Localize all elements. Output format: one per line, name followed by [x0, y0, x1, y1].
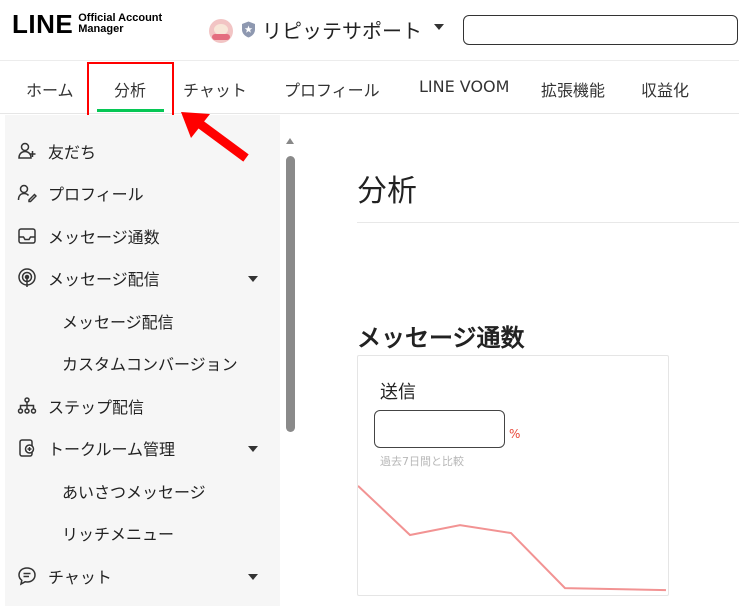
- tab-chat[interactable]: チャット: [183, 77, 247, 101]
- sidebar-item-talkroom[interactable]: トークルーム管理: [5, 428, 280, 468]
- tab-line-voom[interactable]: LINE VOOM: [419, 77, 509, 96]
- broadcast-icon: [17, 268, 37, 288]
- account-name[interactable]: リピッテサポート: [262, 15, 422, 44]
- sidebar-item-label: メッセージ配信: [62, 313, 174, 332]
- tab-home[interactable]: ホーム: [26, 77, 74, 101]
- sidebar-item-label: カスタムコンバージョン: [62, 355, 238, 374]
- tab-profile[interactable]: プロフィール: [284, 77, 380, 101]
- line-oam-logo[interactable]: LINE Official Account Manager: [12, 11, 162, 37]
- highlight-annotation-box: [87, 62, 174, 119]
- sidebar-item-label: メッセージ配信: [48, 270, 160, 289]
- chevron-down-icon[interactable]: [248, 446, 258, 452]
- scroll-up-arrow-icon[interactable]: [286, 138, 294, 144]
- sidebar-item-label: プロフィール: [48, 185, 144, 204]
- app-header: LINE Official Account Manager リピッテサポート: [0, 0, 739, 60]
- sidebar-scroll-thumb[interactable]: [286, 156, 295, 432]
- chevron-down-icon[interactable]: [434, 24, 444, 30]
- tab-monetization[interactable]: 収益化: [641, 77, 689, 101]
- talkroom-icon: [17, 438, 37, 458]
- profile-edit-icon: [17, 183, 37, 203]
- chevron-down-icon[interactable]: [248, 574, 258, 580]
- step-tree-icon: [17, 396, 37, 416]
- inbox-icon: [17, 226, 37, 246]
- sidebar-item-label: チャット: [48, 568, 112, 587]
- sparkline-series-line: [358, 485, 667, 592]
- logo-subtitle-line2: Manager: [78, 23, 124, 35]
- red-arrow-annotation: [181, 112, 249, 162]
- section-title: メッセージ通数: [357, 324, 525, 352]
- sidebar-item-label: 友だち: [48, 143, 97, 162]
- sidebar-subitem-broadcast[interactable]: メッセージ配信: [5, 301, 280, 341]
- sidebar-item-profile[interactable]: プロフィール: [5, 173, 280, 213]
- sidebar-item-label: ステップ配信: [48, 398, 145, 417]
- sidebar-subitem-rich-menu[interactable]: リッチメニュー: [5, 513, 280, 553]
- card-label: 送信: [380, 382, 416, 403]
- sidebar-item-message-count[interactable]: メッセージ通数: [5, 216, 280, 256]
- logo-subtitle: Official Account Manager: [78, 13, 162, 35]
- chevron-down-icon[interactable]: [248, 276, 258, 282]
- sidebar: 友だち プロフィール メッセージ通数 メッセージ配信 メッセージ配信 カスタムコ…: [5, 115, 280, 606]
- page-title: 分析: [357, 174, 417, 209]
- logo-line-text: LINE: [12, 9, 74, 39]
- message-count-card: 送信 % 過去7日間と比較: [357, 355, 669, 596]
- avatar-band: [212, 34, 230, 40]
- chat-bubble-icon: [17, 566, 37, 586]
- sidebar-item-label: メッセージ通数: [48, 228, 160, 247]
- sidebar-item-label: トークルーム管理: [48, 440, 176, 459]
- sidebar-item-broadcast[interactable]: メッセージ配信: [5, 258, 280, 298]
- friend-add-icon: [17, 141, 37, 161]
- account-avatar[interactable]: [209, 19, 233, 43]
- tab-extensions[interactable]: 拡張機能: [541, 77, 605, 101]
- sidebar-item-chat[interactable]: チャット: [5, 556, 280, 596]
- sidebar-item-step-delivery[interactable]: ステップ配信: [5, 386, 280, 426]
- search-input[interactable]: [463, 15, 738, 45]
- title-divider: [357, 222, 739, 223]
- sidebar-item-label: あいさつメッセージ: [62, 483, 206, 502]
- sparkline-chart: [358, 485, 667, 592]
- sidebar-subitem-custom-conversion[interactable]: カスタムコンバージョン: [5, 343, 280, 383]
- shield-icon: [242, 21, 255, 38]
- sidebar-item-label: リッチメニュー: [62, 525, 175, 544]
- sidebar-subitem-greeting[interactable]: あいさつメッセージ: [5, 471, 280, 511]
- sent-count-field[interactable]: [374, 410, 505, 448]
- percent-sign: %: [509, 427, 521, 441]
